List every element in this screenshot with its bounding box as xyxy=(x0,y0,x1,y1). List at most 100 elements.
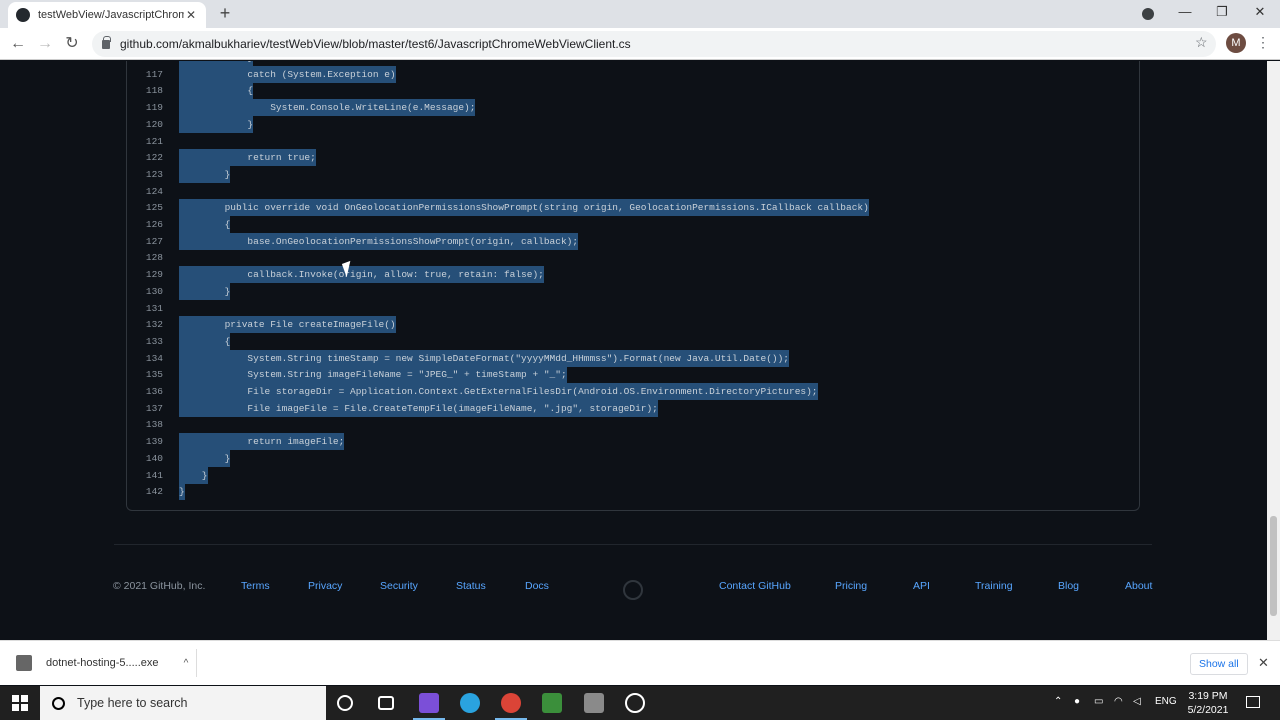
browser-tab[interactable]: testWebView/JavascriptChromeW ✕ xyxy=(8,2,206,28)
task-view-icon[interactable] xyxy=(378,696,394,710)
line-number[interactable]: 132 xyxy=(127,316,163,333)
line-number[interactable]: 120 xyxy=(127,116,163,133)
code-text: { xyxy=(179,216,231,233)
wifi-icon[interactable]: ◠ xyxy=(1114,696,1123,707)
line-number[interactable]: 123 xyxy=(127,166,163,183)
footer-link-pricing[interactable]: Pricing xyxy=(835,580,867,592)
cortana-icon[interactable] xyxy=(337,695,353,711)
battery-icon[interactable]: ▭ xyxy=(1094,696,1103,707)
line-number[interactable]: 138 xyxy=(127,416,163,433)
volume-icon[interactable]: ◁ xyxy=(1133,696,1141,707)
telegram-icon[interactable] xyxy=(460,693,480,713)
code-line: 125 public override void OnGeolocationPe… xyxy=(127,199,1139,217)
footer-link-training[interactable]: Training xyxy=(975,580,1013,592)
code-line: 118 { xyxy=(127,82,1139,100)
footer-link-contact[interactable]: Contact GitHub xyxy=(719,580,791,592)
line-number[interactable]: 124 xyxy=(127,183,163,200)
search-icon xyxy=(52,696,65,710)
tab-search-icon[interactable] xyxy=(1142,8,1154,20)
line-number[interactable]: 128 xyxy=(127,249,163,266)
code-text: private File createImageFile() xyxy=(179,316,396,334)
address-bar[interactable]: github.com/akmalbukhariev/testWebView/bl… xyxy=(92,31,1216,57)
sync-app-icon[interactable] xyxy=(625,693,645,713)
window-close-button[interactable]: ✕ xyxy=(1251,4,1269,20)
reload-button[interactable]: ↻ xyxy=(62,34,82,54)
code-line: 123 } xyxy=(127,165,1139,183)
scrollbar-thumb[interactable] xyxy=(1270,516,1277,616)
footer-link-blog[interactable]: Blog xyxy=(1058,580,1079,592)
excel-icon[interactable] xyxy=(542,693,562,713)
line-number[interactable]: 130 xyxy=(127,283,163,300)
search-placeholder: Type here to search xyxy=(77,696,188,710)
windows-start-icon[interactable] xyxy=(12,695,28,711)
footer-link-docs[interactable]: Docs xyxy=(525,580,549,592)
code-text: } xyxy=(179,466,208,484)
github-logo-icon[interactable] xyxy=(623,580,643,600)
download-options-chevron-icon[interactable]: ^ xyxy=(178,658,194,669)
github-favicon-icon xyxy=(16,8,30,22)
line-number[interactable]: 122 xyxy=(127,149,163,166)
line-number[interactable]: 135 xyxy=(127,366,163,383)
restore-button[interactable]: ❐ xyxy=(1213,4,1231,20)
notifications-icon[interactable] xyxy=(1246,696,1260,708)
code-line: 130 } xyxy=(127,282,1139,300)
line-number[interactable]: 117 xyxy=(127,66,163,83)
browser-menu-icon[interactable]: ⋮ xyxy=(1256,34,1270,51)
line-number[interactable]: 131 xyxy=(127,300,163,317)
line-number[interactable]: 134 xyxy=(127,350,163,367)
forward-button[interactable]: → xyxy=(35,34,55,54)
code-text: System.String imageFileName = "JPEG_" + … xyxy=(179,366,567,384)
visual-studio-icon[interactable] xyxy=(419,693,439,713)
taskbar-search-box[interactable]: Type here to search xyxy=(40,686,326,720)
tab-close-icon[interactable]: ✕ xyxy=(184,8,198,22)
code-line: 131 xyxy=(127,300,1139,317)
line-number[interactable]: 137 xyxy=(127,400,163,417)
footer-link-status[interactable]: Status xyxy=(456,580,486,592)
footer-link-about[interactable]: About xyxy=(1125,580,1152,592)
page-scrollbar[interactable] xyxy=(1267,61,1280,640)
code-line: 120 } xyxy=(127,115,1139,133)
line-number[interactable]: 119 xyxy=(127,99,163,116)
code-text: } xyxy=(179,282,231,300)
lock-icon[interactable] xyxy=(102,35,111,49)
chrome-icon[interactable] xyxy=(501,693,521,713)
new-tab-button[interactable]: + xyxy=(216,4,234,22)
line-number[interactable]: 136 xyxy=(127,383,163,400)
code-line: 134 System.String timeStamp = new Simple… xyxy=(127,349,1139,367)
line-number[interactable]: 118 xyxy=(127,82,163,99)
code-text: File storageDir = Application.Context.Ge… xyxy=(179,383,818,400)
code-line: 126 { xyxy=(127,216,1139,233)
line-number[interactable]: 125 xyxy=(127,199,163,216)
minimize-button[interactable]: — xyxy=(1176,4,1194,19)
archive-app-icon[interactable] xyxy=(584,693,604,713)
download-divider xyxy=(196,649,197,677)
language-indicator[interactable]: ENG xyxy=(1155,696,1177,707)
line-number[interactable]: 142 xyxy=(127,483,163,500)
code-text: } xyxy=(179,483,185,501)
back-button[interactable]: ← xyxy=(8,34,28,54)
code-text: return imageFile; xyxy=(179,433,345,451)
footer-link-terms[interactable]: Terms xyxy=(241,580,270,592)
profile-avatar[interactable]: M xyxy=(1226,33,1246,53)
code-line: 139 return imageFile; xyxy=(127,433,1139,451)
line-number[interactable]: 133 xyxy=(127,333,163,350)
code-text: } xyxy=(179,449,231,467)
line-number[interactable]: 127 xyxy=(127,233,163,250)
show-all-button[interactable]: Show all xyxy=(1190,653,1248,675)
line-number[interactable]: 126 xyxy=(127,216,163,233)
footer-link-api[interactable]: API xyxy=(913,580,930,592)
footer-link-privacy[interactable]: Privacy xyxy=(308,580,342,592)
microphone-icon[interactable]: ● xyxy=(1074,696,1080,707)
line-number[interactable]: 139 xyxy=(127,433,163,450)
download-item[interactable]: dotnet-hosting-5.....exe ^ xyxy=(8,645,194,681)
line-number[interactable]: 121 xyxy=(127,133,163,150)
download-bar-close-icon[interactable]: ✕ xyxy=(1258,655,1269,671)
line-number[interactable]: 140 xyxy=(127,450,163,467)
line-number[interactable]: 129 xyxy=(127,266,163,283)
taskbar-clock[interactable]: 3:19 PM 5/2/2021 xyxy=(1180,689,1236,717)
footer-link-security[interactable]: Security xyxy=(380,580,418,592)
line-number[interactable]: 141 xyxy=(127,467,163,484)
tray-chevron-icon[interactable]: ⌃ xyxy=(1054,696,1062,707)
code-text: return true; xyxy=(179,149,316,167)
bookmark-star-icon[interactable]: ☆ xyxy=(1195,34,1208,51)
